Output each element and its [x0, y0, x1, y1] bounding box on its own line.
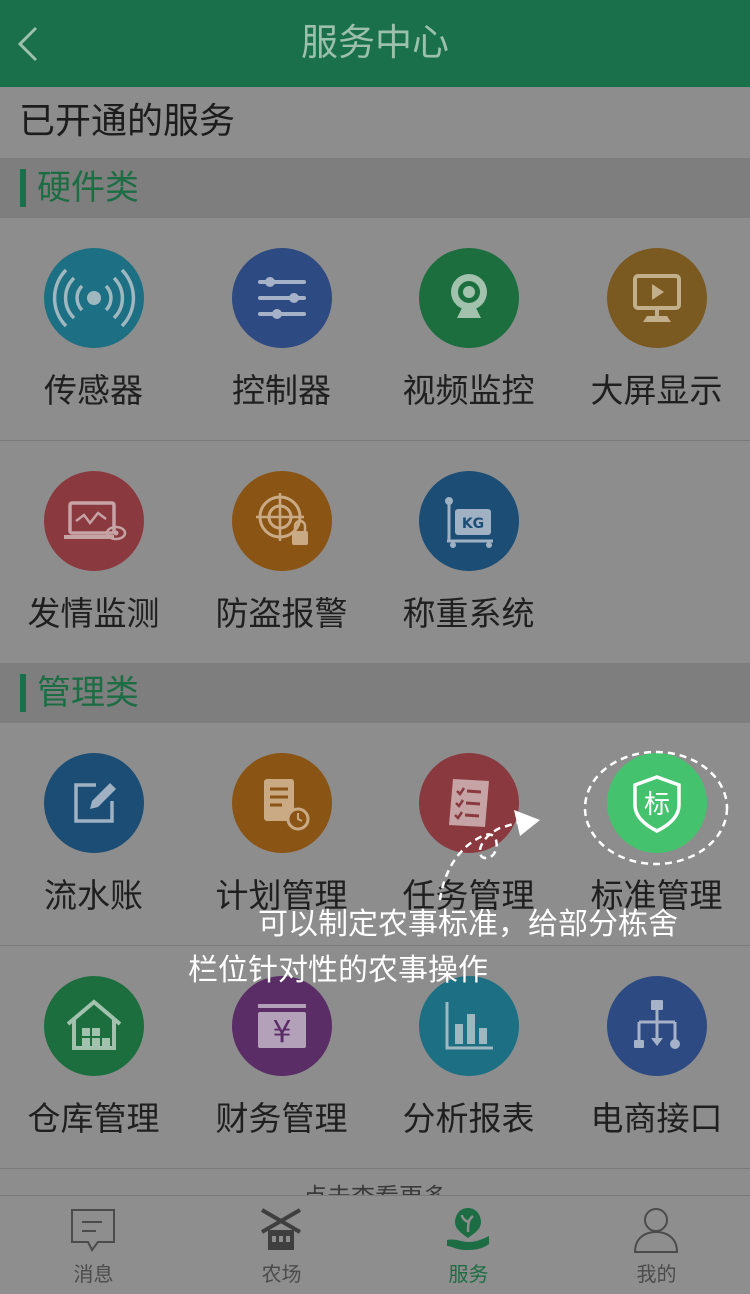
section-accent-bar — [20, 674, 26, 712]
highlight-dashed-ring — [583, 750, 729, 866]
service-label: 电商接口 — [590, 1099, 723, 1138]
opened-services-title: 已开通的服务 — [19, 101, 236, 142]
service-label: 防盗报警 — [215, 594, 348, 633]
tab-label: 农场 — [261, 1262, 302, 1286]
service-plant-hand-icon — [447, 1208, 489, 1250]
annotation-arrow-icon — [438, 810, 540, 901]
tab-profile[interactable]: 我的 — [563, 1196, 750, 1294]
service-item-warehouse[interactable]: 仓库管理 — [0, 946, 187, 1168]
section-title-management: 管理类 — [37, 673, 139, 713]
service-item-video[interactable]: 视频监控 — [375, 218, 562, 440]
tab-messages[interactable]: 消息 — [0, 1196, 187, 1294]
tab-label: 消息 — [73, 1262, 114, 1286]
message-icon — [71, 1209, 115, 1252]
edit-ledger-icon — [44, 753, 144, 853]
tab-farm[interactable]: 农场 — [188, 1196, 375, 1294]
service-item-sensor[interactable]: 传感器 — [0, 218, 187, 440]
section-header-hardware: 硬件类 — [0, 158, 750, 218]
anti-theft-alarm-icon — [232, 471, 332, 571]
service-label: 分析报表 — [402, 1099, 535, 1138]
svg-text:¥: ¥ — [272, 1015, 291, 1050]
service-label: 发情监测 — [27, 594, 160, 633]
warehouse-icon — [44, 976, 144, 1076]
svg-text:KG: KG — [462, 516, 484, 532]
sensor-signal-icon — [44, 248, 144, 348]
header-bar: 服务中心 — [0, 0, 750, 87]
controller-sliders-icon — [232, 248, 332, 348]
camera-icon — [419, 248, 519, 348]
weighing-scale-icon: KG — [419, 471, 519, 571]
bottom-tab-bar: 消息 农场 服务 我的 — [0, 1195, 750, 1294]
screen-display-icon — [607, 248, 707, 348]
ecommerce-interface-icon — [607, 976, 707, 1076]
service-label: 视频监控 — [402, 371, 535, 410]
estrus-monitor-icon — [44, 471, 144, 571]
service-label: 控制器 — [232, 371, 331, 410]
farm-icon — [260, 1208, 302, 1250]
service-item-anti-theft[interactable]: 防盗报警 — [188, 441, 375, 663]
view-more-link[interactable]: 点击查看更多 — [0, 1168, 750, 1198]
annotation-line-2: 栏位针对性的农事操作 — [188, 953, 488, 988]
tab-service[interactable]: 服务 — [375, 1196, 562, 1294]
service-item-big-screen[interactable]: 大屏显示 — [563, 218, 750, 440]
service-label: 仓库管理 — [27, 1099, 160, 1138]
section-title-hardware: 硬件类 — [37, 168, 139, 208]
service-item-weighing[interactable]: KG 称重系统 — [375, 441, 562, 663]
opened-services-heading: 已开通的服务 — [0, 87, 750, 158]
analysis-chart-icon — [419, 976, 519, 1076]
service-item-ecommerce[interactable]: 电商接口 — [563, 946, 750, 1168]
service-label: 大屏显示 — [590, 371, 723, 410]
tab-label: 服务 — [448, 1262, 489, 1286]
page-title: 服务中心 — [301, 21, 449, 64]
finance-yen-icon: ¥ — [232, 976, 332, 1076]
section-accent-bar — [20, 169, 26, 207]
hardware-row-1: 传感器 控制器 视频监控 大屏显示 — [0, 218, 750, 440]
annotation-line-1: 可以制定农事标准，给部分栋舍 — [258, 907, 678, 942]
tab-label: 我的 — [636, 1262, 677, 1286]
service-label: 传感器 — [44, 371, 143, 410]
service-label: 流水账 — [44, 876, 143, 915]
service-label: 称重系统 — [402, 594, 535, 633]
section-header-management: 管理类 — [0, 663, 750, 723]
hardware-row-2: 发情监测 防盗报警 KG 称重系统 — [0, 441, 750, 663]
service-label: 财务管理 — [215, 1099, 348, 1138]
service-item-controller[interactable]: 控制器 — [188, 218, 375, 440]
service-item-estrus[interactable]: 发情监测 — [0, 441, 187, 663]
plan-clock-icon — [232, 753, 332, 853]
user-profile-icon — [633, 1208, 679, 1253]
service-item-ledger[interactable]: 流水账 — [0, 723, 187, 945]
